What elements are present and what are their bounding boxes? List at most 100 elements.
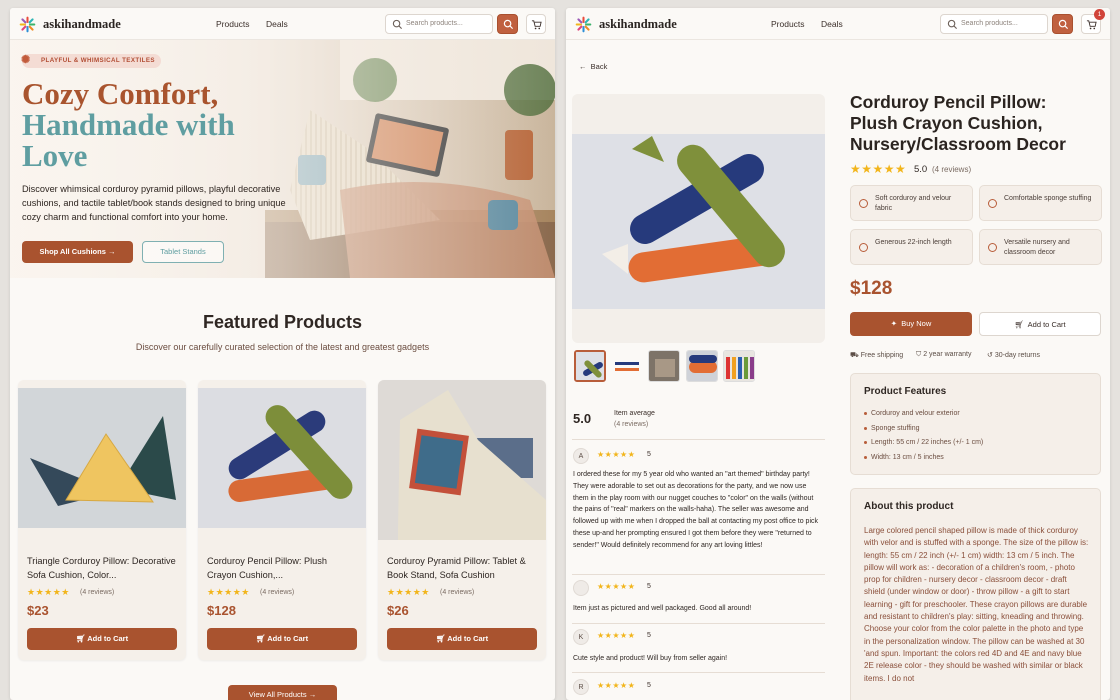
search-input[interactable]: Search products... (940, 14, 1048, 34)
main-product-image[interactable] (572, 94, 825, 343)
product-card[interactable]: Triangle Corduroy Pillow: Decorative Sof… (18, 380, 186, 660)
view-all-products-button[interactable]: View All Products → (228, 685, 337, 700)
cart-icon: 🛒︎ (75, 634, 86, 643)
product-card[interactable]: Corduroy Pencil Pillow: Plush Crayon Cus… (198, 380, 366, 660)
check-circle-icon (859, 199, 868, 208)
search-button[interactable] (497, 14, 518, 34)
product-title: Corduroy Pencil Pillow: Plush Crayon Cus… (850, 92, 1066, 154)
feature-chip: Generous 22-inch length (850, 229, 973, 265)
hero-tag: ✺ PLAYFUL & WHIMSICAL TEXTILES (21, 54, 161, 68)
about-product-box: About this product Large colored pencil … (850, 488, 1101, 700)
back-label: Back (590, 62, 608, 71)
nav-products-link[interactable]: Products (216, 19, 250, 29)
divider (572, 439, 825, 440)
thumbnail-2[interactable] (611, 350, 643, 382)
add-to-cart-button[interactable]: 🛒︎ Add to Cart (979, 312, 1101, 336)
shop-all-cushions-button[interactable]: Shop All Cushions → (22, 241, 133, 263)
rating-value: 5.0 (914, 164, 928, 175)
search-placeholder: Search products... (406, 20, 463, 27)
search-button[interactable] (1052, 14, 1073, 34)
feature-chip: Soft corduroy and velour fabric (850, 185, 973, 221)
reviewer-avatar (573, 580, 589, 596)
about-text: Large colored pencil shaped pillow is ma… (864, 526, 1089, 683)
review-score: 5 (647, 451, 651, 458)
product-image[interactable] (378, 380, 546, 540)
product-image[interactable] (18, 388, 186, 528)
review-score: 5 (647, 583, 651, 590)
feature-list-item: Corduroy and velour exterior (864, 410, 960, 417)
rating-stars: ★★★★★ (27, 587, 70, 597)
average-review-count: (4 reviews) (614, 421, 649, 428)
review-text: Item just as pictured and well packaged.… (573, 605, 752, 612)
add-to-cart-button[interactable]: 🛒︎ Add to Cart (387, 628, 537, 650)
free-shipping-info: ⛟ Free shipping (850, 351, 903, 360)
feature-list-item: Width: 13 cm / 5 inches (864, 454, 944, 461)
feature-text: Generous 22-inch length (875, 239, 952, 246)
featured-subtitle: Discover our carefully curated selection… (135, 342, 430, 352)
hero-title-line-1: Cozy Comfort, (22, 76, 219, 111)
brand-name[interactable]: askihandmade (599, 17, 677, 32)
search-input[interactable]: Search products... (385, 14, 493, 34)
feature-text: Versatile nursery and classroom decor (1004, 239, 1070, 256)
buy-now-button[interactable]: ✦ Buy Now (850, 312, 972, 336)
back-link[interactable]: ← Back (579, 62, 607, 71)
brand-logo-icon[interactable] (575, 16, 592, 33)
arrow-left-icon: ← (579, 62, 587, 71)
product-title[interactable]: Corduroy Pencil Pillow: Plush Crayon Cus… (207, 554, 359, 582)
search-icon (947, 19, 958, 30)
hero-tag-text: PLAYFUL & WHIMSICAL TEXTILES (41, 57, 155, 64)
review-score: 5 (647, 682, 651, 689)
brand-name[interactable]: askihandmade (43, 17, 121, 32)
cart-button[interactable] (526, 14, 546, 34)
tablet-stands-button[interactable]: Tablet Stands (142, 241, 224, 263)
review-stars: ★★★★★ (597, 631, 636, 640)
product-price: $23 (27, 603, 49, 618)
brand-logo-icon[interactable] (19, 16, 36, 33)
average-label: Item average (614, 410, 655, 417)
top-nav: askihandmade Products Deals Search produ… (566, 8, 1110, 40)
add-to-cart-button[interactable]: 🛒︎ Add to Cart (207, 628, 357, 650)
shop-all-cushions-label: Shop All Cushions (39, 247, 106, 256)
thumbnail-4[interactable] (686, 350, 718, 382)
product-image[interactable] (198, 388, 366, 528)
thumbnail-3[interactable] (648, 350, 680, 382)
product-features-box: Product Features Corduroy and velour ext… (850, 373, 1101, 475)
add-to-cart-button[interactable]: 🛒︎ Add to Cart (27, 628, 177, 650)
add-to-cart-label: Add to Cart (267, 634, 309, 643)
buy-now-label: Buy Now (901, 319, 932, 328)
reviewer-avatar: K (573, 629, 589, 645)
cart-count-badge: 1 (1094, 9, 1105, 20)
cart-button[interactable]: 1 (1081, 9, 1105, 34)
return-icon: ↺ (987, 352, 993, 359)
search-icon (392, 19, 403, 30)
nav-deals-link[interactable]: Deals (821, 19, 843, 29)
feature-list-item: Length: 55 cm / 22 inches (+/- 1 cm) (863, 439, 984, 446)
product-detail-page: askihandmade Products Deals Search produ… (566, 8, 1110, 700)
product-price: $128 (207, 603, 236, 618)
feature-list-item: Sponge stuffing (864, 425, 920, 432)
product-title[interactable]: Triangle Corduroy Pillow: Decorative Sof… (27, 554, 179, 582)
search-placeholder: Search products... (961, 20, 1018, 27)
product-card[interactable]: Corduroy Pyramid Pillow: Tablet & Book S… (378, 380, 546, 660)
review-count: (4 reviews) (80, 589, 115, 596)
reviewer-avatar: R (573, 679, 589, 695)
arrow-right-icon: → (308, 690, 317, 699)
review-text: I ordered these for my 5 year old who wa… (573, 471, 819, 549)
divider (572, 672, 825, 673)
thumbnail-5[interactable] (723, 350, 755, 382)
product-features-title: Product Features (864, 386, 947, 397)
nav-deals-link[interactable]: Deals (266, 19, 288, 29)
review-stars: ★★★★★ (597, 681, 636, 690)
rating-stars: ★★★★★ (850, 162, 907, 176)
hero-title-line-3: Love (22, 138, 88, 173)
rating-stars: ★★★★★ (207, 587, 250, 597)
check-circle-icon (988, 243, 997, 252)
search-icon (503, 19, 514, 30)
product-title[interactable]: Corduroy Pyramid Pillow: Tablet & Book S… (387, 554, 539, 582)
product-price: $128 (850, 278, 893, 299)
featured-title: Featured Products (202, 312, 363, 332)
feature-text: Soft corduroy and velour fabric (875, 195, 952, 212)
product-photo (572, 134, 825, 309)
nav-products-link[interactable]: Products (771, 19, 805, 29)
thumbnail-1[interactable] (574, 350, 606, 382)
